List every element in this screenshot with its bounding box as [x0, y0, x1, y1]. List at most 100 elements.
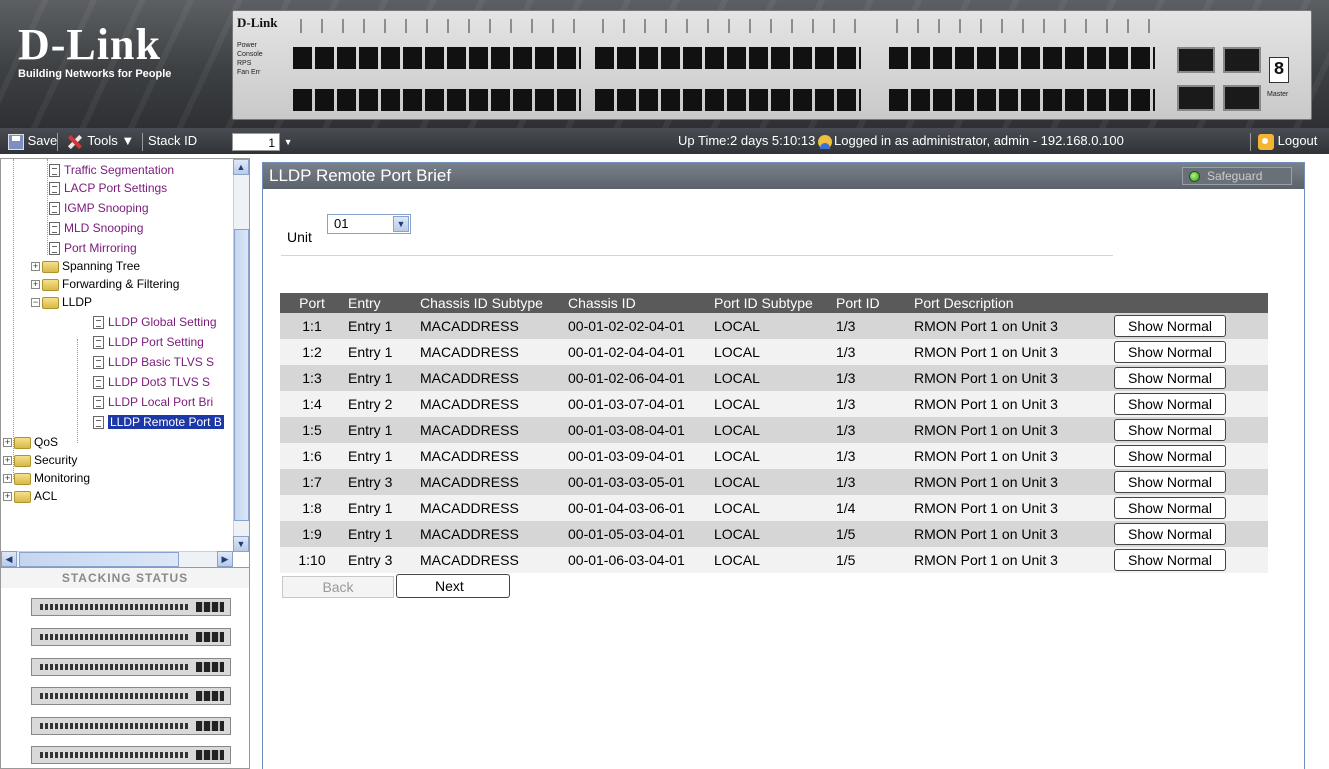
show-normal-button[interactable]: Show Normal — [1114, 445, 1226, 467]
cell-chassis-id: 00-01-03-03-05-01 — [564, 469, 710, 495]
toolbar-separator — [1250, 128, 1251, 154]
led-power-label: Power — [237, 42, 257, 49]
expand-icon[interactable]: + — [31, 262, 40, 272]
tools-icon — [66, 134, 84, 150]
panel-status-leds: Power Console RPS Fan Err — [237, 41, 263, 77]
tree-item-mld-snooping[interactable]: MLD Snooping — [49, 219, 143, 237]
scroll-right-icon[interactable]: ▶ — [217, 551, 233, 567]
tree-item-lldp-remote-port-brief[interactable]: LLDP Remote Port B — [93, 413, 224, 431]
cell-action: Show Normal — [1110, 443, 1268, 469]
chevron-down-icon[interactable]: ▼ — [393, 216, 409, 232]
tree-horizontal-scrollbar[interactable]: ◀ ▶ — [1, 551, 233, 567]
column-header-chassis-id-subtype: Chassis ID Subtype — [416, 293, 564, 313]
unit-label: Unit — [287, 229, 312, 245]
expand-icon[interactable]: + — [31, 280, 40, 290]
scroll-up-icon[interactable]: ▲ — [233, 159, 249, 175]
combo-port-48[interactable] — [1223, 85, 1261, 111]
expand-icon[interactable]: + — [3, 474, 12, 484]
scroll-thumb[interactable] — [19, 552, 179, 567]
next-button[interactable]: Next — [396, 574, 510, 598]
cell-chassis-id-subtype: MACADDRESS — [416, 417, 564, 443]
cell-port-id-subtype: LOCAL — [710, 313, 832, 339]
toolbar-separator — [142, 128, 143, 154]
stacking-status-panel: STACKING STATUS — [0, 568, 250, 769]
cell-entry: Entry 3 — [344, 547, 416, 573]
scroll-left-icon[interactable]: ◀ — [1, 551, 17, 567]
cell-port-id-subtype: LOCAL — [710, 365, 832, 391]
stack-unit[interactable] — [31, 628, 231, 646]
save-menu[interactable]: Save — [8, 128, 57, 154]
page-icon — [93, 396, 104, 410]
tree-folder-spanning-tree[interactable]: + Spanning Tree — [31, 257, 140, 275]
table-row: 1:5 Entry 1 MACADDRESS 00-01-03-08-04-01 LOC… — [280, 417, 1268, 443]
combo-port-45[interactable] — [1177, 47, 1215, 73]
cell-chassis-id-subtype: MACADDRESS — [416, 365, 564, 391]
cell-port-id: 1/5 — [832, 547, 910, 573]
scroll-down-icon[interactable]: ▼ — [233, 536, 249, 552]
port-group-1[interactable] — [293, 19, 581, 119]
tools-menu[interactable]: Tools ▼ — [66, 128, 134, 154]
scroll-thumb[interactable] — [234, 229, 249, 521]
port-group-3[interactable] — [889, 19, 1155, 119]
chevron-down-icon: ▼ — [283, 137, 293, 147]
stack-unit[interactable] — [31, 598, 231, 616]
cell-port-description: RMON Port 1 on Unit 3 — [910, 469, 1110, 495]
logout-button[interactable]: Logout — [1258, 128, 1317, 154]
cell-port-id-subtype: LOCAL — [710, 443, 832, 469]
tree-item-traffic-segmentation[interactable]: Traffic Segmentation — [49, 161, 174, 179]
combo-port-47[interactable] — [1223, 47, 1261, 73]
show-normal-button[interactable]: Show Normal — [1114, 497, 1226, 519]
stack-unit[interactable] — [31, 658, 231, 676]
tree-vertical-scrollbar[interactable]: ▲ ▼ — [233, 159, 249, 552]
show-normal-button[interactable]: Show Normal — [1114, 367, 1226, 389]
logout-label: Logout — [1277, 133, 1318, 148]
expand-icon[interactable]: + — [3, 438, 12, 448]
unit-select[interactable]: 01 ▼ — [327, 214, 411, 234]
show-normal-button[interactable]: Show Normal — [1114, 549, 1226, 571]
stack-unit[interactable] — [31, 717, 231, 735]
cell-port-description: RMON Port 1 on Unit 3 — [910, 521, 1110, 547]
show-normal-button[interactable]: Show Normal — [1114, 523, 1226, 545]
stack-unit[interactable] — [31, 746, 231, 764]
combo-port-46[interactable] — [1177, 85, 1215, 111]
show-normal-button[interactable]: Show Normal — [1114, 471, 1226, 493]
tree-item-lldp-port-setting[interactable]: LLDP Port Setting — [93, 333, 204, 351]
tree-folder-forwarding-filtering[interactable]: + Forwarding & Filtering — [31, 275, 179, 293]
cell-port-description: RMON Port 1 on Unit 3 — [910, 365, 1110, 391]
led-rps-label: RPS — [237, 60, 252, 67]
port-group-2[interactable] — [595, 19, 861, 119]
tree-folder-lldp[interactable]: − LLDP — [31, 293, 92, 311]
cell-chassis-id-subtype: MACADDRESS — [416, 313, 564, 339]
cell-port-id-subtype: LOCAL — [710, 469, 832, 495]
cell-port-description: RMON Port 1 on Unit 3 — [910, 443, 1110, 469]
tree-folder-monitoring[interactable]: + Monitoring — [3, 469, 90, 487]
tree-item-lldp-global-setting[interactable]: LLDP Global Setting — [93, 313, 217, 331]
expand-icon[interactable]: + — [3, 492, 12, 502]
show-normal-button[interactable]: Show Normal — [1114, 341, 1226, 363]
tree-connector — [13, 159, 14, 479]
cell-chassis-id: 00-01-02-06-04-01 — [564, 365, 710, 391]
collapse-icon[interactable]: − — [31, 298, 40, 308]
cell-port-id: 1/3 — [832, 443, 910, 469]
stack-id-select[interactable]: 1 ▼ — [232, 132, 293, 151]
show-normal-button[interactable]: Show Normal — [1114, 419, 1226, 441]
stack-unit[interactable] — [31, 687, 231, 705]
tree-folder-qos[interactable]: + QoS — [3, 433, 58, 451]
show-normal-button[interactable]: Show Normal — [1114, 315, 1226, 337]
expand-icon[interactable]: + — [3, 456, 12, 466]
tree-item-lldp-local-port-brief[interactable]: LLDP Local Port Bri — [93, 393, 213, 411]
cell-chassis-id: 00-01-04-03-06-01 — [564, 495, 710, 521]
tree-item-lldp-basic-tlvs[interactable]: LLDP Basic TLVS S — [93, 353, 214, 371]
folder-icon — [14, 472, 31, 485]
tree-item-port-mirroring[interactable]: Port Mirroring — [49, 239, 137, 257]
cell-port-description: RMON Port 1 on Unit 3 — [910, 391, 1110, 417]
tree-item-lldp-dot3-tlvs[interactable]: LLDP Dot3 TLVS S — [93, 373, 210, 391]
show-normal-button[interactable]: Show Normal — [1114, 393, 1226, 415]
tree-item-igmp-snooping[interactable]: IGMP Snooping — [49, 199, 149, 217]
table-row: 1:10 Entry 3 MACADDRESS 00-01-06-03-04-01 LO… — [280, 547, 1268, 573]
cell-chassis-id: 00-01-02-04-04-01 — [564, 339, 710, 365]
tree-folder-security[interactable]: + Security — [3, 451, 77, 469]
tree-item-lacp-port-settings[interactable]: LACP Port Settings — [49, 179, 167, 197]
cell-entry: Entry 1 — [344, 339, 416, 365]
tree-folder-acl[interactable]: + ACL — [3, 487, 57, 505]
